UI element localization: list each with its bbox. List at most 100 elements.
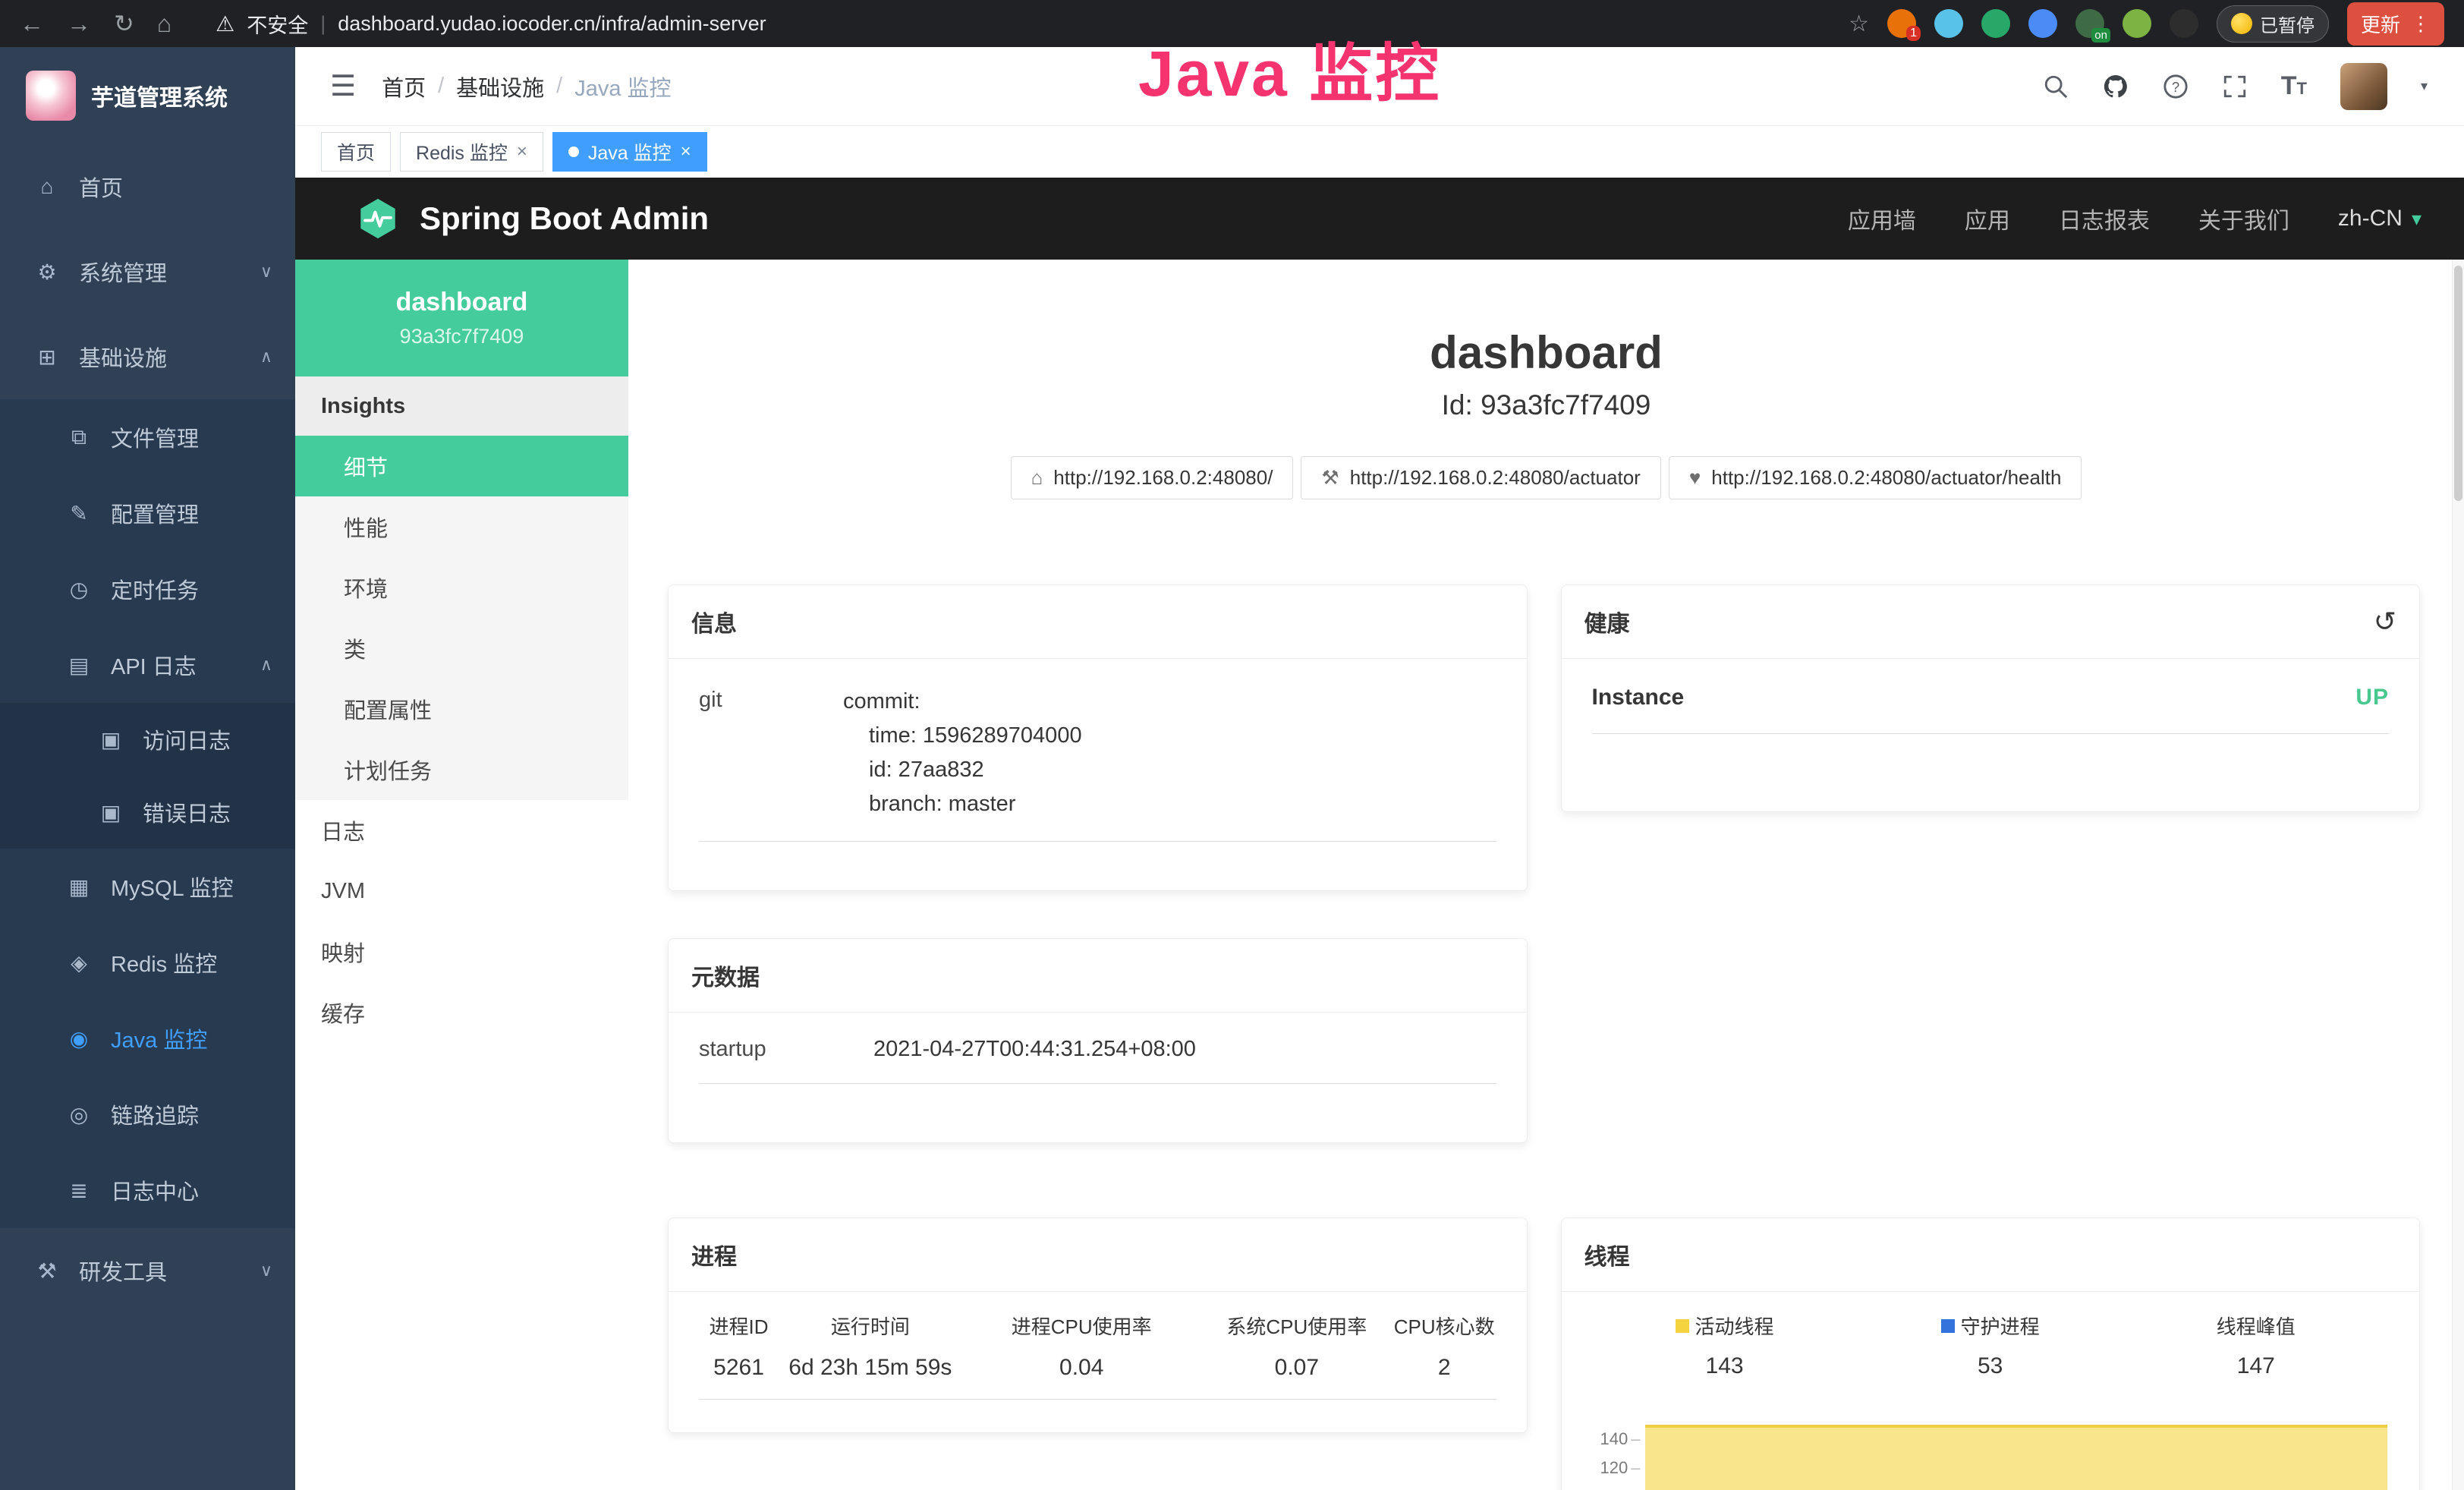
threads-card: 线程 活动线程 143 守护进程 53	[1561, 1218, 2421, 1490]
nav-about[interactable]: 关于我们	[2198, 202, 2289, 235]
health-instance-row[interactable]: Instance UP	[1592, 685, 2390, 734]
breadcrumb-infrastructure[interactable]: 基础设施	[456, 71, 544, 102]
extension-icon-1[interactable]: 1	[1887, 9, 1916, 38]
search-icon[interactable]	[2043, 74, 2069, 99]
redis-icon: ◈	[64, 950, 94, 975]
scrollbar-thumb[interactable]	[2454, 266, 2462, 501]
close-icon[interactable]: ×	[517, 141, 527, 162]
heart-icon: ♥	[1689, 466, 1701, 490]
hamburger-icon[interactable]: ☰	[330, 69, 356, 103]
content-column: ☰ 首页 / 基础设施 / Java 监控 ?	[295, 47, 2464, 1490]
sidebar-item-error-logs[interactable]: ▣ 错误日志	[0, 776, 295, 849]
nav-applications-wall[interactable]: 应用墙	[1848, 202, 1916, 235]
language-select[interactable]: zh-CN ▾	[2338, 206, 2422, 232]
sidebar-item-access-logs[interactable]: ▣ 访问日志	[0, 703, 295, 776]
edit-icon: ✎	[64, 501, 94, 526]
sidebar-item-log-center[interactable]: ≣ 日志中心	[0, 1152, 295, 1228]
actuator-url-link[interactable]: ⚒ http://192.168.0.2:48080/actuator	[1301, 456, 1660, 499]
on-badge: on	[2091, 28, 2110, 43]
sidebar-item-file-management[interactable]: ⧉ 文件管理	[0, 399, 295, 475]
sidebar-item-tracing[interactable]: ◎ 链路追踪	[0, 1076, 295, 1152]
tools-icon: ⚒	[32, 1258, 62, 1284]
sidebar-item-config-management[interactable]: ✎ 配置管理	[0, 475, 295, 551]
sidebar-item-config-props[interactable]: 配置属性	[295, 679, 628, 739]
info-key: git	[699, 685, 843, 821]
tab-home[interactable]: 首页	[321, 132, 391, 172]
font-size-icon[interactable]: TT	[2281, 71, 2307, 101]
scrollbar[interactable]	[2452, 260, 2464, 1490]
breadcrumb-home[interactable]: 首页	[382, 71, 426, 102]
sidebar-item-mappings[interactable]: 映射	[295, 921, 628, 982]
sidebar-item-logs[interactable]: 日志	[295, 800, 628, 861]
paused-pill[interactable]: 已暂停	[2217, 5, 2329, 43]
threads-card-title: 线程	[1562, 1218, 2420, 1292]
health-url-link[interactable]: ♥ http://192.168.0.2:48080/actuator/heal…	[1669, 456, 2082, 499]
nav-applications[interactable]: 应用	[1965, 202, 2010, 235]
sidebar-item-infrastructure[interactable]: ⊞ 基础设施 ∧	[0, 314, 295, 399]
instance-sidebar: dashboard 93a3fc7f7409 Insights 细节 性能 环境…	[295, 260, 628, 1490]
extension-icon-4[interactable]	[2028, 9, 2057, 38]
github-icon[interactable]	[2102, 73, 2129, 100]
cards-grid: 信息 git commit: time: 1596289704000 id: 2…	[668, 584, 2420, 1490]
yellow-legend-swatch	[1676, 1319, 1689, 1333]
nav-journal[interactable]: 日志报表	[2059, 202, 2150, 235]
extension-icon-6[interactable]	[2123, 9, 2151, 38]
active-threads-area	[1645, 1425, 2388, 1490]
logo-avatar	[26, 71, 76, 121]
sidebar-item-details[interactable]: 细节	[295, 436, 628, 496]
help-icon[interactable]: ?	[2163, 74, 2189, 99]
breadcrumb: 首页 / 基础设施 / Java 监控	[382, 71, 671, 102]
trace-icon: ◎	[64, 1102, 94, 1127]
sidebar-item-environment[interactable]: 环境	[295, 557, 628, 618]
process-card: 进程 进程ID 运行时间 进程CPU使用率 系统CPU使用率 CPU核心数	[668, 1218, 1528, 1433]
tab-redis-monitor[interactable]: Redis 监控 ×	[400, 132, 543, 172]
document-icon: ▣	[96, 727, 126, 752]
sidebar-item-jvm[interactable]: JVM	[295, 861, 628, 921]
sidebar-item-scheduled[interactable]: 计划任务	[295, 739, 628, 800]
process-card-title: 进程	[669, 1218, 1527, 1292]
instance-header[interactable]: dashboard 93a3fc7f7409	[295, 260, 628, 376]
chevron-down-icon: ∨	[260, 1261, 272, 1281]
bookmark-star-icon[interactable]: ☆	[1849, 11, 1869, 37]
sidebar-item-redis-monitor[interactable]: ◈ Redis 监控	[0, 925, 295, 1000]
info-row-git: git commit: time: 1596289704000 id: 27aa…	[699, 685, 1496, 842]
sba-nav-links: 应用墙 应用 日志报表 关于我们 zh-CN ▾	[1848, 202, 2422, 235]
log-center-icon: ≣	[64, 1178, 94, 1203]
annotation-text: Java 监控	[1138, 23, 1441, 115]
close-icon[interactable]: ×	[681, 141, 691, 162]
extension-icon-5[interactable]: on	[2075, 9, 2104, 38]
back-icon[interactable]: ←	[20, 11, 44, 36]
extension-icon-2[interactable]	[1934, 9, 1963, 38]
info-value: commit: time: 1596289704000 id: 27aa832 …	[843, 685, 1496, 821]
user-avatar[interactable]	[2340, 63, 2387, 110]
kebab-menu-icon[interactable]: ⋮	[2411, 12, 2431, 36]
sidebar-item-home[interactable]: ⌂ 首页	[0, 144, 295, 229]
sidebar-item-scheduled-tasks[interactable]: ◷ 定时任务	[0, 551, 295, 627]
extension-icon-3[interactable]	[1981, 9, 2010, 38]
sidebar-item-system-management[interactable]: ⚙ 系统管理 ∨	[0, 229, 295, 314]
address-bar[interactable]: ⚠ 不安全 | dashboard.yudao.iocoder.cn/infra…	[216, 9, 766, 39]
paused-label: 已暂停	[2260, 11, 2315, 37]
forward-icon[interactable]: →	[67, 11, 91, 36]
service-url-link[interactable]: ⌂ http://192.168.0.2:48080/	[1011, 456, 1294, 499]
sidebar-item-mysql-monitor[interactable]: ▦ MySQL 监控	[0, 849, 295, 925]
sidebar-item-dev-tools[interactable]: ⚒ 研发工具 ∨	[0, 1228, 295, 1313]
dashboard-icon: ⌂	[32, 175, 62, 199]
avatar-caret-icon[interactable]: ▾	[2421, 78, 2428, 94]
history-icon[interactable]: ↺	[2374, 606, 2396, 638]
extension-icon-7[interactable]	[2170, 9, 2198, 38]
sidebar-item-java-monitor[interactable]: ◉ Java 监控	[0, 1000, 295, 1076]
app-window: 芋道管理系统 ⌂ 首页 ⚙ 系统管理 ∨ ⊞ 基础设施 ∧ ⧉ 文件管理 ✎ 配…	[0, 47, 2464, 1490]
sba-brand[interactable]: Spring Boot Admin	[356, 197, 709, 241]
sidebar-item-performance[interactable]: 性能	[295, 496, 628, 557]
tab-java-monitor[interactable]: Java 监控 ×	[552, 132, 707, 172]
home-icon[interactable]: ⌂	[157, 11, 172, 36]
sidebar-item-classes[interactable]: 类	[295, 618, 628, 679]
sidebar-item-caches[interactable]: 缓存	[295, 982, 628, 1043]
sidebar-item-api-logs[interactable]: ▤ API 日志 ∧	[0, 627, 295, 703]
document-icon: ▣	[96, 800, 126, 825]
fullscreen-icon[interactable]	[2222, 74, 2248, 99]
reload-icon[interactable]: ↻	[114, 11, 134, 36]
update-button[interactable]: 更新 ⋮	[2347, 2, 2444, 46]
sba-body: dashboard 93a3fc7f7409 Insights 细节 性能 环境…	[295, 260, 2464, 1490]
